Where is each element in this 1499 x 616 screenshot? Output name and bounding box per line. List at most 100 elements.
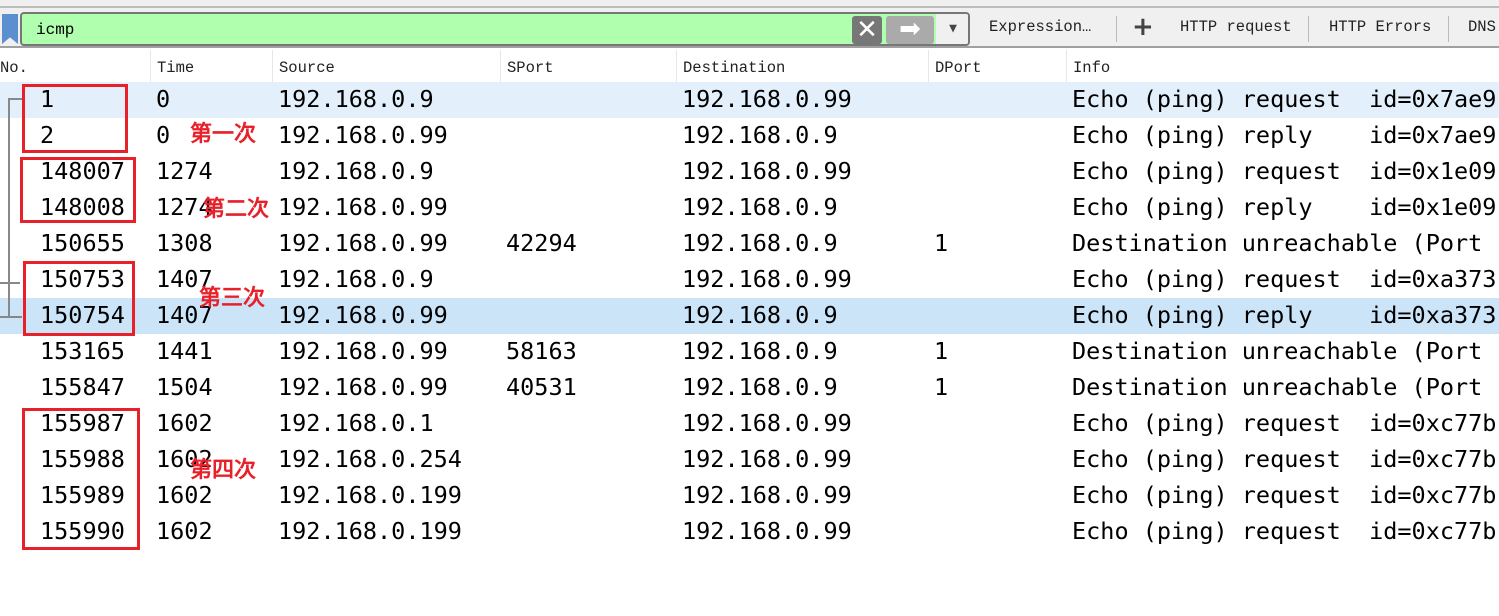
cell-dst: 192.168.0.99 xyxy=(682,409,852,437)
packet-list-header: No. Time Source SPort Destination DPort … xyxy=(0,50,1499,82)
cell-info: Echo (ping) reply id=0xa373 xyxy=(1072,301,1497,329)
cell-src: 192.168.0.99 xyxy=(278,301,448,329)
column-info[interactable]: Info xyxy=(1066,50,1499,82)
cell-time: 0 xyxy=(156,121,171,149)
table-row[interactable]: 150655 1308 192.168.0.99 42294 192.168.0.9 1 D… xyxy=(0,226,1499,262)
cell-time: 1504 xyxy=(156,373,213,401)
column-destination[interactable]: Destination xyxy=(676,50,928,82)
table-row[interactable]: 148007 1274 192.168.0.9 192.168.0.99 Echo (p… xyxy=(0,154,1499,190)
cell-dst: 192.168.0.99 xyxy=(682,445,852,473)
cell-sport: 58163 xyxy=(506,337,577,365)
table-row[interactable]: 153165 1441 192.168.0.99 58163 192.168.0.9 1 D… xyxy=(0,334,1499,370)
cell-dst: 192.168.0.99 xyxy=(682,157,852,185)
cell-src: 192.168.0.99 xyxy=(278,373,448,401)
cell-src: 192.168.0.99 xyxy=(278,229,448,257)
related-packet-connector xyxy=(8,98,10,318)
table-row[interactable]: 155847 1504 192.168.0.99 40531 192.168.0.9 1 D… xyxy=(0,370,1499,406)
annotation-box-4 xyxy=(22,408,140,550)
plus-icon[interactable]: + xyxy=(1132,12,1154,42)
cell-dport: 1 xyxy=(934,229,949,257)
cell-no: 155847 xyxy=(40,373,125,401)
related-packet-connector xyxy=(0,316,22,318)
cell-info: Echo (ping) request id=0xc77b xyxy=(1072,409,1497,437)
annotation-label-2: 第二次 xyxy=(203,197,270,222)
cell-dport: 1 xyxy=(934,373,949,401)
cell-time: 1274 xyxy=(156,157,213,185)
display-filter: ✕ ➡ ▼ xyxy=(20,12,970,46)
http-errors-button[interactable]: HTTP Errors xyxy=(1329,18,1431,36)
cell-dst: 192.168.0.9 xyxy=(682,337,838,365)
annotation-box-3 xyxy=(23,261,135,336)
cell-info: Echo (ping) request id=0x1e09 xyxy=(1072,157,1497,185)
related-packet-connector xyxy=(8,98,22,100)
close-icon[interactable]: ✕ xyxy=(852,16,882,44)
cell-info: Destination unreachable (Port xyxy=(1072,373,1483,401)
cell-dport: 1 xyxy=(934,337,949,365)
divider xyxy=(1308,16,1309,42)
cell-src: 192.168.0.199 xyxy=(278,481,462,509)
cell-src: 192.168.0.9 xyxy=(278,265,434,293)
cell-time: 0 xyxy=(156,85,171,113)
cell-no: 153165 xyxy=(40,337,125,365)
bookmark-icon[interactable] xyxy=(2,14,18,44)
annotation-label-3: 第三次 xyxy=(199,286,266,311)
cell-time: 1441 xyxy=(156,337,213,365)
annotation-box-2 xyxy=(20,157,136,223)
divider xyxy=(1448,16,1449,42)
related-packet-arrow xyxy=(0,282,20,284)
cell-time: 1602 xyxy=(156,409,213,437)
cell-info: Echo (ping) reply id=0x1e09 xyxy=(1072,193,1497,221)
cell-src: 192.168.0.99 xyxy=(278,193,448,221)
cell-info: Destination unreachable (Port xyxy=(1072,337,1483,365)
cell-dst: 192.168.0.9 xyxy=(682,301,838,329)
cell-src: 192.168.0.9 xyxy=(278,157,434,185)
expression-button[interactable]: Expression… xyxy=(989,18,1091,36)
cell-info: Echo (ping) request id=0xa373 xyxy=(1072,265,1497,293)
cell-info: Echo (ping) request id=0xc77b xyxy=(1072,445,1497,473)
cell-sport: 40531 xyxy=(506,373,577,401)
cell-time: 1308 xyxy=(156,229,213,257)
cell-src: 192.168.0.99 xyxy=(278,337,448,365)
cell-src: 192.168.0.254 xyxy=(278,445,462,473)
cell-dst: 192.168.0.9 xyxy=(682,121,838,149)
annotation-box-1 xyxy=(22,84,128,153)
cell-dst: 192.168.0.9 xyxy=(682,193,838,221)
divider xyxy=(1116,16,1117,42)
cell-src: 192.168.0.9 xyxy=(278,85,434,113)
table-row[interactable]: 155987 1602 192.168.0.1 192.168.0.99 Echo (p… xyxy=(0,406,1499,442)
cell-info: Echo (ping) request id=0xc77b xyxy=(1072,481,1497,509)
table-row[interactable]: 155990 1602 192.168.0.199 192.168.0.99 Echo … xyxy=(0,514,1499,550)
chevron-down-icon[interactable]: ▼ xyxy=(936,14,968,44)
cell-dst: 192.168.0.9 xyxy=(682,229,838,257)
column-source[interactable]: Source xyxy=(272,50,500,82)
display-filter-input[interactable] xyxy=(36,18,836,42)
cell-src: 192.168.0.199 xyxy=(278,517,462,545)
arrow-right-icon[interactable]: ➡ xyxy=(886,16,934,44)
cell-info: Echo (ping) request id=0xc77b xyxy=(1072,517,1497,545)
window-top-border xyxy=(0,0,1499,8)
cell-dst: 192.168.0.99 xyxy=(682,85,852,113)
column-no[interactable]: No. xyxy=(0,50,150,82)
annotation-label-1: 第一次 xyxy=(190,122,257,147)
cell-info: Echo (ping) request id=0x7ae9 xyxy=(1072,85,1497,113)
cell-dst: 192.168.0.9 xyxy=(682,373,838,401)
cell-dst: 192.168.0.99 xyxy=(682,265,852,293)
cell-dst: 192.168.0.99 xyxy=(682,481,852,509)
display-filter-toolbar: ✕ ➡ ▼ Expression… + HTTP request HTTP Er… xyxy=(0,8,1499,48)
column-dport[interactable]: DPort xyxy=(928,50,1066,82)
http-request-button[interactable]: HTTP request xyxy=(1180,18,1292,36)
cell-sport: 42294 xyxy=(506,229,577,257)
annotation-label-4: 第四次 xyxy=(190,458,257,483)
cell-dst: 192.168.0.99 xyxy=(682,517,852,545)
column-sport[interactable]: SPort xyxy=(500,50,676,82)
dns-button[interactable]: DNS xyxy=(1468,18,1496,36)
table-row[interactable]: 1 0 192.168.0.9 192.168.0.99 Echo (ping) req… xyxy=(0,82,1499,118)
cell-src: 192.168.0.99 xyxy=(278,121,448,149)
cell-info: Destination unreachable (Port xyxy=(1072,229,1483,257)
cell-no: 150655 xyxy=(40,229,125,257)
cell-time: 1602 xyxy=(156,517,213,545)
cell-src: 192.168.0.1 xyxy=(278,409,434,437)
cell-info: Echo (ping) reply id=0x7ae9 xyxy=(1072,121,1497,149)
column-time[interactable]: Time xyxy=(150,50,272,82)
cell-time: 1602 xyxy=(156,481,213,509)
